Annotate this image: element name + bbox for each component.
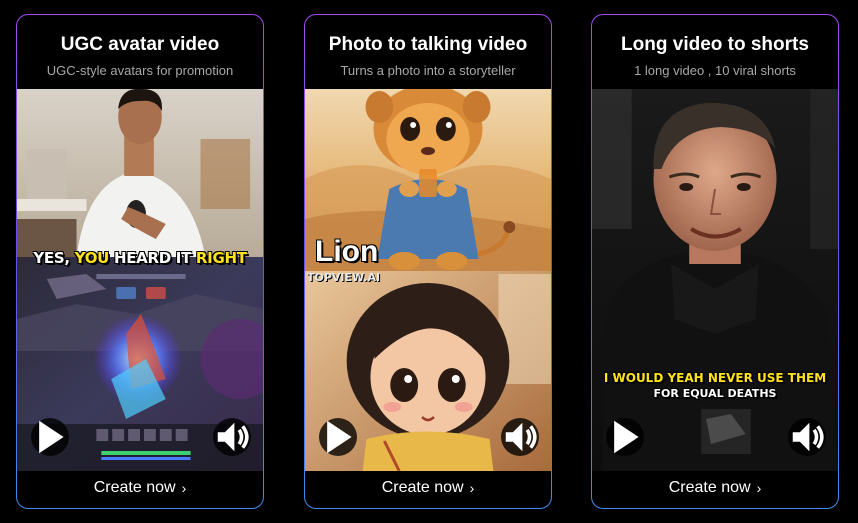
shorts-preview-thumbnail xyxy=(592,89,838,471)
volume-button[interactable] xyxy=(788,418,826,456)
card-title: Photo to talking video xyxy=(328,34,528,55)
feature-card-long-to-shorts[interactable]: Long video to shorts 1 long video , 10 v… xyxy=(591,14,839,509)
feature-cards-grid: UGC avatar video UGC-style avatars for p… xyxy=(0,0,858,523)
preview-video[interactable]: Lion TOPVIEW.AI xyxy=(305,89,551,471)
volume-button[interactable] xyxy=(501,418,539,456)
play-icon xyxy=(327,420,352,454)
card-subtitle: Turns a photo into a storyteller xyxy=(340,63,516,78)
cta-label: Create now xyxy=(93,479,176,496)
chevron-right-icon: › xyxy=(756,479,762,496)
volume-button[interactable] xyxy=(213,418,251,456)
play-button[interactable] xyxy=(31,418,69,456)
subtitle-caption-line-1: I WOULD YEAH NEVER USE THEM xyxy=(603,371,827,385)
play-button[interactable] xyxy=(319,418,357,456)
card-subtitle: UGC-style avatars for promotion xyxy=(46,63,234,78)
volume-icon xyxy=(217,422,249,452)
chevron-right-icon: › xyxy=(181,479,187,496)
play-icon xyxy=(614,420,639,454)
cta-label: Create now xyxy=(381,479,464,496)
preview-video[interactable]: I WOULD YEAH NEVER USE THEM FOR EQUAL DE… xyxy=(592,89,838,471)
volume-icon xyxy=(792,422,824,452)
play-icon xyxy=(39,420,64,454)
card-subtitle: 1 long video , 10 viral shorts xyxy=(634,63,796,78)
chevron-right-icon: › xyxy=(469,479,475,496)
preview-video[interactable]: YES, YOU HEARD IT RIGHT xyxy=(17,89,263,471)
volume-icon xyxy=(505,422,537,452)
subtitle-caption-line-2: FOR EQUAL DEATHS xyxy=(653,387,777,400)
card-title: UGC avatar video xyxy=(60,34,220,55)
create-now-button[interactable]: Create now › xyxy=(592,468,838,508)
create-now-button[interactable]: Create now › xyxy=(17,468,263,508)
watermark: TOPVIEW.AI xyxy=(307,271,381,284)
overlay-title: Lion xyxy=(315,235,379,268)
create-now-button[interactable]: Create now › xyxy=(305,468,551,508)
subtitle-caption: YES, YOU HEARD IT RIGHT xyxy=(33,249,247,267)
play-button[interactable] xyxy=(606,418,644,456)
card-title: Long video to shorts xyxy=(621,34,809,55)
feature-card-ugc-avatar[interactable]: UGC avatar video UGC-style avatars for p… xyxy=(16,14,264,509)
ugc-preview-thumbnail xyxy=(17,89,263,471)
feature-card-photo-to-video[interactable]: Photo to talking video Turns a photo int… xyxy=(304,14,552,509)
cta-label: Create now xyxy=(668,479,751,496)
